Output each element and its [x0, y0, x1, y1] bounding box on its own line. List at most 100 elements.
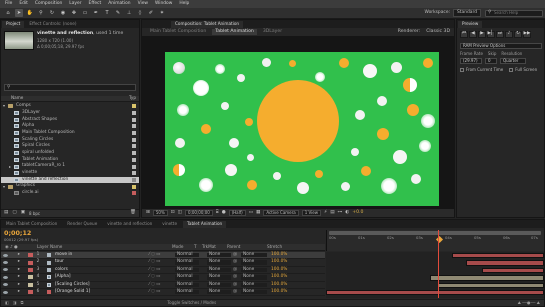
layer-duration-bar[interactable]: [430, 275, 544, 281]
layer-mode-select[interactable]: Normal: [175, 274, 199, 280]
layer-trkmat-select[interactable]: None: [207, 282, 231, 287]
brush-tool-icon[interactable]: ✎: [114, 9, 122, 17]
reset-exposure-icon[interactable]: ◐: [345, 210, 349, 216]
label-color-swatch[interactable]: [132, 124, 136, 129]
interpret-footage-icon[interactable]: ▤: [4, 211, 8, 216]
expand-arrow-icon[interactable]: ▾: [3, 104, 5, 108]
transparency-grid-icon[interactable]: ▦: [256, 210, 260, 216]
expand-arrow-icon[interactable]: ▾: [3, 184, 5, 189]
layer-switches-icon[interactable]: ⁄ ◌ ▭: [149, 282, 175, 287]
layer-name[interactable]: colors: [55, 267, 149, 272]
column-type[interactable]: Typ: [129, 96, 136, 100]
layer-switches-icon[interactable]: ⁄ ◌ ▭: [149, 252, 175, 257]
project-item-main-tablet-composition[interactable]: Main Tablet Composition: [1, 130, 139, 137]
tab-tablet-animation[interactable]: Tablet Animation: [183, 221, 227, 228]
visibility-icon[interactable]: [1, 268, 10, 272]
pen-tool-icon[interactable]: ✒: [92, 9, 100, 17]
show-channel-icon[interactable]: ●: [222, 210, 226, 216]
label-color-swatch[interactable]: [132, 177, 136, 182]
layer-switches-icon[interactable]: ⁄ ◌ ▭: [149, 274, 175, 279]
column-mode[interactable]: Mode: [172, 244, 194, 249]
visibility-icon[interactable]: [1, 253, 10, 257]
menu-window[interactable]: Window: [155, 1, 172, 6]
hand-tool-icon[interactable]: ✋: [26, 9, 34, 17]
layer-stretch[interactable]: 100.0%: [271, 267, 287, 272]
grid-icon[interactable]: ⊡: [171, 210, 175, 216]
layer-mode-select[interactable]: Normal: [175, 252, 199, 258]
type-tool-icon[interactable]: T: [103, 9, 111, 17]
new-composition-icon[interactable]: ▣: [21, 211, 25, 216]
previous-frame-icon[interactable]: ◀: [469, 31, 477, 38]
transfer-controls-toggle-icon[interactable]: ◨: [13, 301, 17, 305]
region-of-interest-icon[interactable]: ▭: [249, 210, 253, 216]
delete-icon[interactable]: 🗑: [130, 211, 136, 216]
label-color-swatch[interactable]: [132, 117, 136, 122]
layer-parent-select[interactable]: None: [241, 289, 267, 295]
project-search-input[interactable]: ⚲: [4, 84, 136, 91]
column-stretch[interactable]: Stretch: [267, 244, 282, 249]
menu-help[interactable]: Help: [179, 1, 189, 6]
ram-preview-options-select[interactable]: RAM Preview Options: [460, 43, 542, 49]
resolution-select[interactable]: (Half): [228, 210, 246, 216]
column-layer-name[interactable]: Layer Name: [37, 244, 145, 249]
clone-stamp-tool-icon[interactable]: ⊥: [125, 9, 133, 17]
layer-name[interactable]: tour: [55, 260, 149, 265]
layer-parent-select[interactable]: None: [241, 252, 267, 258]
expand-arrow-icon[interactable]: ▸: [10, 282, 28, 287]
timeline-icon[interactable]: ▤: [330, 210, 334, 216]
zoom-select[interactable]: 50%: [152, 210, 168, 216]
label-color-swatch[interactable]: [132, 184, 136, 189]
layer-switches-icon[interactable]: ⁄ ◌ ▭: [149, 260, 175, 265]
layer-duration-bar[interactable]: [326, 290, 544, 296]
current-time-indicator-line[interactable]: [438, 230, 439, 298]
menu-file[interactable]: File: [5, 1, 12, 6]
zoom-tool-icon[interactable]: ⚲: [37, 9, 45, 17]
first-frame-icon[interactable]: ⏮: [460, 31, 468, 38]
from-current-time-checkbox[interactable]: [460, 68, 464, 72]
workspace-select[interactable]: Standard: [453, 8, 481, 18]
home-tool-icon[interactable]: ⌂: [4, 9, 12, 17]
next-frame-icon[interactable]: ▶▏: [487, 31, 495, 38]
project-item-vinette[interactable]: vinette: [1, 170, 139, 177]
label-color-swatch[interactable]: [132, 151, 136, 156]
new-folder-icon[interactable]: ▢: [12, 211, 16, 216]
layer-name[interactable]: [Alpha]: [55, 274, 149, 279]
tab-main-tablet-composition[interactable]: Main Tablet Composition: [2, 221, 62, 228]
layer-duration-bar[interactable]: [466, 260, 544, 266]
project-item-3dlayer[interactable]: 3DLayer: [1, 110, 139, 117]
layer-mode-select[interactable]: Normal: [175, 267, 199, 273]
column-t[interactable]: T: [194, 244, 202, 249]
timeline-track-area[interactable]: [326, 230, 544, 298]
label-color-swatch[interactable]: [132, 171, 136, 176]
layer-parent-select[interactable]: None: [241, 282, 267, 287]
menu-layer[interactable]: Layer: [69, 1, 81, 6]
resolution-select-preview[interactable]: Quarter: [500, 58, 526, 64]
expand-arrow-icon[interactable]: ▸: [10, 252, 28, 257]
project-item-spiral-unfolded[interactable]: spiral unfolded: [1, 150, 139, 157]
tab-project[interactable]: Project: [2, 21, 25, 28]
layer-trkmat-select[interactable]: None: [207, 260, 231, 265]
layer-mode-select[interactable]: Normal: [175, 289, 199, 295]
fast-previews-icon[interactable]: ⚡: [324, 210, 327, 216]
layer-mode-select[interactable]: Normal: [175, 282, 199, 287]
layer-row[interactable]: ▸ 2 tour ⁄ ◌ ▭ Normal None @ None 100.0%: [1, 259, 325, 267]
tab-vinette[interactable]: vinette: [158, 221, 182, 228]
layer-name[interactable]: move in: [55, 252, 149, 257]
column-name[interactable]: Name: [11, 96, 23, 100]
timeline-current-time[interactable]: 0;00;12: [4, 230, 31, 237]
label-color-swatch[interactable]: [132, 111, 136, 116]
project-folder-comps[interactable]: ▾ Comps: [1, 103, 139, 110]
rectangle-tool-icon[interactable]: ▭: [81, 9, 89, 17]
parent-pickwhip-icon[interactable]: @: [231, 260, 241, 265]
visibility-icon[interactable]: [1, 261, 10, 265]
expand-arrow-icon[interactable]: ▸: [10, 274, 28, 279]
layer-trkmat-select[interactable]: None: [207, 267, 231, 273]
layer-row[interactable]: ▸ 6 [Orange Solid 1] ⁄ ◌ ▭ Normal None @…: [1, 289, 325, 297]
tab-preview[interactable]: Preview: [458, 21, 483, 28]
tab-vinette-and-reflection[interactable]: vinette and reflection: [103, 221, 157, 228]
in-out-toggle-icon[interactable]: ⧉: [21, 301, 24, 305]
toggle-switches-modes[interactable]: Toggle Switches / Modes: [167, 301, 216, 305]
project-item-alpha[interactable]: Alpha: [1, 123, 139, 130]
tab-composition[interactable]: Composition: Tablet Animation: [171, 21, 244, 28]
layer-mode-select[interactable]: Normal: [175, 260, 199, 265]
